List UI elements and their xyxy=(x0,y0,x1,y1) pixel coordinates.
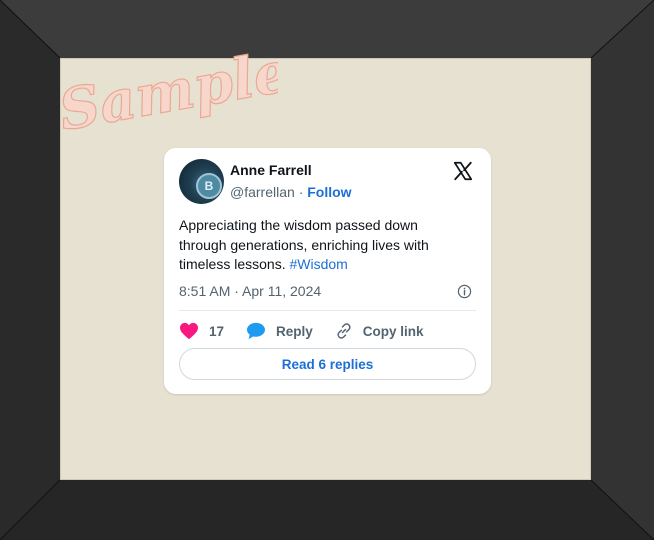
read-replies-button[interactable]: Read 6 replies xyxy=(179,348,476,380)
tweet-text: Appreciating the wisdom passed down thro… xyxy=(179,216,469,275)
reply-icon xyxy=(247,322,266,340)
action-bar: 17 Reply Copy link xyxy=(179,319,446,343)
x-logo-icon[interactable] xyxy=(452,160,474,182)
tweet-card[interactable]: B Anne Farrell @farrellan · Follow Appre… xyxy=(164,148,491,394)
author-handle[interactable]: @farrellan xyxy=(230,184,295,200)
copy-link-button[interactable]: Copy link xyxy=(335,322,424,340)
handle-row: @farrellan · Follow xyxy=(230,184,352,200)
avatar[interactable]: B xyxy=(179,159,224,204)
reply-button[interactable]: Reply xyxy=(246,322,313,340)
like-count: 17 xyxy=(209,323,225,339)
follow-link[interactable]: Follow xyxy=(307,184,351,200)
hashtag-link[interactable]: #Wisdom xyxy=(289,256,347,272)
copy-link-label: Copy link xyxy=(362,323,424,339)
like-button[interactable]: 17 xyxy=(179,322,224,340)
reply-label: Reply xyxy=(276,323,313,339)
author-name[interactable]: Anne Farrell xyxy=(230,162,312,178)
sample-watermark: Sample xyxy=(54,38,278,130)
watermark-text: Sample xyxy=(54,39,278,130)
separator-dot: · xyxy=(298,184,304,200)
divider xyxy=(179,310,476,311)
timestamp[interactable]: 8:51 AM · Apr 11, 2024 xyxy=(179,283,321,299)
bitcoin-icon: B xyxy=(196,173,222,199)
info-icon[interactable] xyxy=(457,284,472,299)
heart-icon xyxy=(180,322,198,340)
link-icon xyxy=(337,323,351,339)
